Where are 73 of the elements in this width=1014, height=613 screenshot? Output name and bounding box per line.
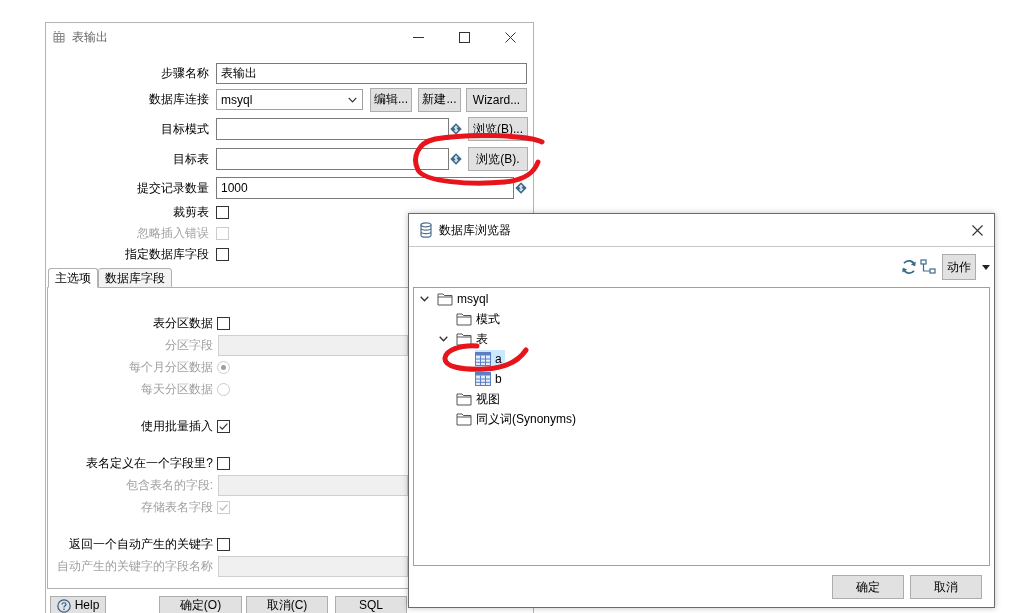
- checkbox[interactable]: [217, 457, 230, 470]
- table-icon: [53, 31, 65, 43]
- checkbox[interactable]: [217, 420, 230, 433]
- option-label: 返回一个自动产生的关键字: [68, 536, 213, 553]
- text-field[interactable]: [216, 118, 449, 140]
- field-label: 目标模式: [160, 120, 209, 138]
- option-label: 每个月分区数据: [128, 359, 213, 376]
- action-button[interactable]: 编辑...: [370, 87, 412, 112]
- option-label: 包含表名的字段:: [124, 477, 213, 494]
- table-icon: [475, 372, 491, 386]
- tree-item[interactable]: b: [475, 370, 505, 388]
- table-icon: [475, 352, 491, 366]
- text-field[interactable]: [216, 148, 449, 170]
- option-label: 自动产生的关键字的字段名称: [56, 558, 213, 575]
- dollar-diamond-icon: [450, 153, 462, 165]
- checkbox[interactable]: [217, 538, 230, 551]
- help-button[interactable]: Help: [50, 596, 106, 613]
- option-label: 每天分区数据: [140, 381, 213, 398]
- caret-down-icon[interactable]: [982, 264, 990, 270]
- dollar-diamond-icon: [515, 182, 527, 194]
- folder-icon: [456, 392, 472, 406]
- field-label: 步骤名称: [160, 64, 209, 82]
- option-label: 表名定义在一个字段里?: [85, 455, 213, 472]
- field-label: 提交记录数量: [136, 179, 209, 197]
- close-icon[interactable]: [504, 31, 516, 43]
- hierarchy-icon[interactable]: [920, 259, 936, 275]
- option-label: 表分区数据: [152, 315, 213, 332]
- field-label: 目标表: [172, 150, 209, 168]
- folder-icon: [456, 332, 472, 346]
- tab[interactable]: 数据库字段: [98, 268, 172, 288]
- folder-icon: [456, 412, 472, 426]
- chevron-down-icon: [348, 96, 357, 103]
- dropdown-field[interactable]: msyql: [216, 89, 363, 110]
- checkbox[interactable]: [216, 248, 229, 261]
- tree-item[interactable]: a: [475, 350, 505, 368]
- field-label: 忽略插入错误: [136, 225, 209, 242]
- option-label: 分区字段: [164, 337, 213, 354]
- dialog-button[interactable]: 确定: [832, 575, 904, 599]
- dialog-button[interactable]: 取消(C): [246, 596, 328, 613]
- tab[interactable]: 主选项: [48, 268, 98, 288]
- dialog-button[interactable]: 取消: [910, 575, 982, 599]
- dollar-diamond-icon: [450, 123, 462, 135]
- text-field[interactable]: 表输出: [216, 62, 527, 84]
- tree-item[interactable]: 模式: [456, 310, 503, 328]
- action-button[interactable]: Wizard...: [466, 87, 527, 112]
- option-label: 使用批量插入: [140, 418, 213, 435]
- dialog-button[interactable]: SQL: [335, 596, 407, 613]
- checkbox[interactable]: [216, 206, 229, 219]
- field-label: 数据库连接: [148, 91, 209, 108]
- field-label: 裁剪表: [172, 204, 209, 221]
- folder-icon: [456, 312, 472, 326]
- tree-item[interactable]: 表: [456, 330, 491, 348]
- maximize-icon[interactable]: [458, 31, 470, 43]
- tree-item[interactable]: msyql: [437, 290, 492, 308]
- action-button[interactable]: 动作: [942, 254, 976, 280]
- tree-item[interactable]: 同义词(Synonyms): [456, 410, 579, 428]
- window-title: 数据库浏览器: [439, 221, 511, 239]
- option-label: 存储表名字段: [140, 499, 213, 516]
- tree-item[interactable]: 视图: [456, 390, 503, 408]
- close-icon[interactable]: [972, 224, 983, 236]
- browse-button[interactable]: 浏览(B).: [468, 147, 528, 171]
- database-icon: [420, 222, 432, 238]
- window-title: 表输出: [72, 28, 108, 46]
- text-field[interactable]: 1000: [216, 177, 514, 199]
- folder-icon: [437, 292, 453, 306]
- help-icon: [56, 599, 71, 613]
- chevron-down-icon[interactable]: [439, 336, 448, 342]
- chevron-down-icon[interactable]: [420, 296, 429, 302]
- checkbox[interactable]: [217, 317, 230, 330]
- refresh-icon[interactable]: [901, 259, 917, 275]
- dialog-button[interactable]: 确定(O): [159, 596, 242, 613]
- field-label: 指定数据库字段: [124, 246, 209, 263]
- action-button[interactable]: 新建...: [418, 87, 461, 112]
